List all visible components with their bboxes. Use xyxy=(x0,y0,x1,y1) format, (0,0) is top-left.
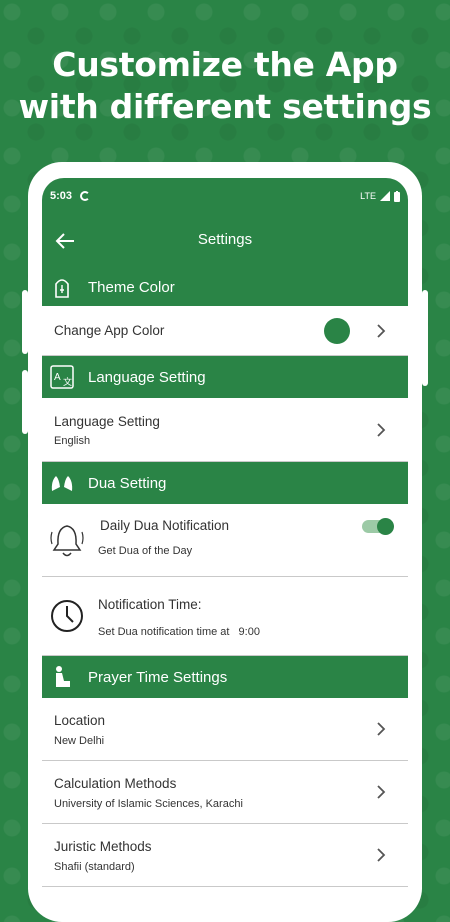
section-header-prayer: Prayer Time Settings xyxy=(42,656,408,698)
location-row[interactable]: Location New Delhi xyxy=(42,698,408,761)
notification-time-value[interactable]: 9:00 xyxy=(239,626,260,638)
language-value: English xyxy=(54,435,91,447)
section-title: Dua Setting xyxy=(88,474,167,492)
juristic-methods-value: Shafii (standard) xyxy=(54,861,135,873)
translate-icon: A文 xyxy=(50,365,74,389)
phone-side-button xyxy=(22,370,28,434)
svg-text:文: 文 xyxy=(63,376,72,387)
notification-time-label: Notification Time: xyxy=(98,597,202,612)
chevron-right-icon xyxy=(377,324,386,338)
daily-dua-row[interactable]: Daily Dua Notification Get Dua of the Da… xyxy=(42,504,408,577)
notification-time-description: Set Dua notification time at xyxy=(98,626,230,638)
app-bar: Settings xyxy=(42,214,408,268)
mosque-lamp-icon xyxy=(50,275,74,299)
svg-text:A: A xyxy=(54,372,61,383)
change-app-color-row[interactable]: Change App Color xyxy=(42,306,408,356)
notification-icon xyxy=(80,191,91,201)
headline-line-2: with different settings xyxy=(18,87,432,126)
chevron-right-icon xyxy=(377,785,386,799)
network-type: LTE xyxy=(360,191,376,201)
prayer-person-icon xyxy=(50,665,74,689)
language-setting-row[interactable]: Language Setting English xyxy=(42,398,408,462)
daily-dua-label: Daily Dua Notification xyxy=(100,518,230,533)
promo-headline: Customize the App with different setting… xyxy=(0,44,450,128)
location-label: Location xyxy=(54,713,106,728)
juristic-methods-label: Juristic Methods xyxy=(54,839,152,854)
calculation-methods-value: University of Islamic Sciences, Karachi xyxy=(54,798,243,810)
notification-time-sub: Set Dua notification time at 9:00 xyxy=(98,626,260,638)
calculation-methods-row[interactable]: Calculation Methods University of Islami… xyxy=(42,761,408,824)
section-title: Theme Color xyxy=(88,278,175,296)
phone-side-button xyxy=(422,290,428,386)
section-header-theme: Theme Color xyxy=(42,268,408,306)
location-value: New Delhi xyxy=(54,735,105,747)
signal-icon xyxy=(380,191,390,201)
praying-hands-icon xyxy=(50,471,74,495)
page-title: Settings xyxy=(197,231,253,248)
juristic-methods-row[interactable]: Juristic Methods Shafii (standard) xyxy=(42,824,408,887)
daily-dua-sub: Get Dua of the Day xyxy=(98,545,193,557)
phone-screen: 5:03 LTE Settings Theme Color Change App… xyxy=(42,178,408,900)
status-bar: 5:03 LTE xyxy=(42,178,408,214)
bell-icon xyxy=(50,525,84,557)
section-title: Prayer Time Settings xyxy=(88,668,228,686)
status-time: 5:03 xyxy=(50,190,73,202)
battery-icon xyxy=(394,190,400,202)
calculation-methods-label: Calculation Methods xyxy=(54,776,177,791)
chevron-right-icon xyxy=(377,423,386,437)
chevron-right-icon xyxy=(377,848,386,862)
chevron-right-icon xyxy=(377,722,386,736)
language-setting-label: Language Setting xyxy=(54,414,160,429)
section-header-dua: Dua Setting xyxy=(42,462,408,504)
headline-line-1: Customize the App xyxy=(52,45,398,84)
clock-icon xyxy=(51,600,83,632)
phone-side-button xyxy=(22,290,28,354)
current-color-swatch[interactable] xyxy=(324,318,350,344)
section-title: Language Setting xyxy=(88,368,206,386)
section-header-language: A文 Language Setting xyxy=(42,356,408,398)
notification-time-row[interactable]: Notification Time: Set Dua notification … xyxy=(42,577,408,656)
toggle-knob xyxy=(377,518,394,535)
change-app-color-label: Change App Color xyxy=(54,323,165,338)
